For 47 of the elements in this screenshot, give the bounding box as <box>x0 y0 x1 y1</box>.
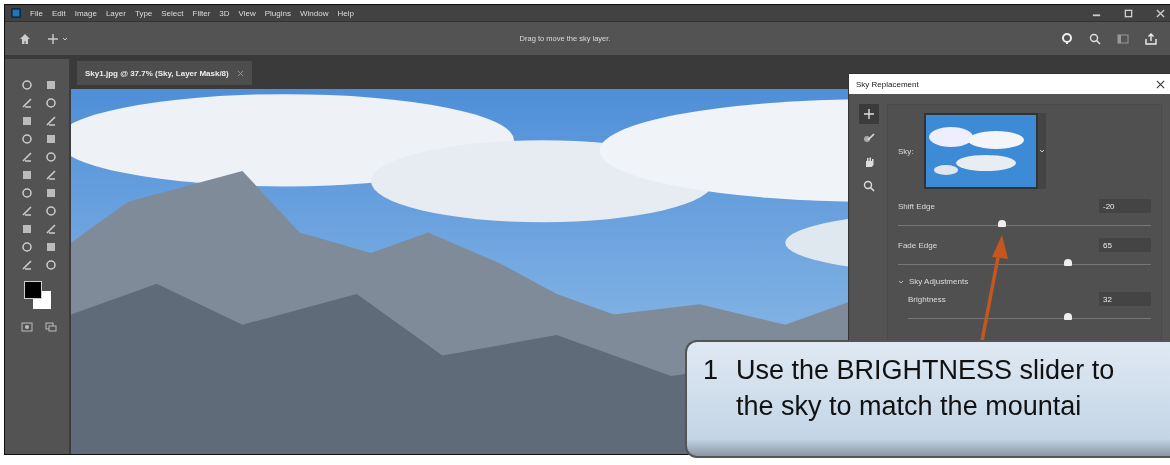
menu-item[interactable]: Window <box>300 8 329 18</box>
menu-item[interactable]: 3D <box>219 8 230 18</box>
sky-label: Sky: <box>898 146 914 156</box>
value-field[interactable]: 32 <box>1099 292 1151 306</box>
caret-icon <box>898 279 904 284</box>
slider-label: Shift Edge <box>898 201 935 211</box>
menu-item[interactable]: Plugins <box>264 8 291 18</box>
menu-item[interactable]: Image <box>74 8 97 18</box>
move-tool-button[interactable] <box>859 104 879 124</box>
home-icon[interactable] <box>19 32 31 45</box>
document-tab[interactable]: Sky1.jpg @ 37.7% (Sky, Layer Mask/8) <box>77 61 252 85</box>
instruction-text: Use the BRIGHTNESS slider to <box>736 354 1115 387</box>
app-logo-icon <box>11 8 21 18</box>
dialog-title: Sky Replacement <box>856 79 919 89</box>
slider-thumb[interactable] <box>1063 259 1072 266</box>
slider-label: Fade Edge <box>898 240 938 250</box>
slider-thumb[interactable] <box>997 220 1006 227</box>
instruction-text: the sky to match the mountai <box>736 390 1083 423</box>
learn-icon[interactable] <box>1061 32 1073 45</box>
maximize-icon[interactable] <box>1124 8 1133 18</box>
step-number: 1 <box>703 354 719 387</box>
value-field[interactable]: 65 <box>1099 238 1151 252</box>
zoom-icon <box>863 180 875 192</box>
menu-item[interactable]: Layer <box>105 8 126 18</box>
slider-thumb[interactable] <box>1064 313 1073 320</box>
menu-item[interactable]: Select <box>161 8 184 18</box>
menu-item[interactable]: Help <box>337 8 354 18</box>
hand-icon <box>863 156 875 168</box>
brush-icon <box>863 132 875 144</box>
share-icon[interactable] <box>1145 32 1157 45</box>
workspace-icon[interactable] <box>1117 32 1129 45</box>
search-icon[interactable] <box>1089 32 1101 45</box>
menu-item[interactable]: Filter <box>192 8 211 18</box>
value-field[interactable]: -20 <box>1099 199 1151 213</box>
menu-item[interactable]: View <box>238 8 256 18</box>
menu-item[interactable]: File <box>30 8 43 18</box>
close-icon[interactable] <box>1156 79 1165 89</box>
move-icon <box>863 108 875 120</box>
screen-mode-icon[interactable] <box>45 321 57 333</box>
menu-item[interactable]: Type <box>134 8 153 18</box>
color-swatches[interactable] <box>24 281 54 311</box>
quick-mask-icon[interactable] <box>21 321 33 333</box>
section-header[interactable]: Sky Adjustments <box>898 277 1151 286</box>
slider-label: Brightness <box>908 294 946 304</box>
sky-thumbnail-drawing[interactable] <box>923 113 1038 189</box>
caret-icon <box>1038 149 1045 153</box>
menu-item[interactable]: Edit <box>51 8 66 18</box>
